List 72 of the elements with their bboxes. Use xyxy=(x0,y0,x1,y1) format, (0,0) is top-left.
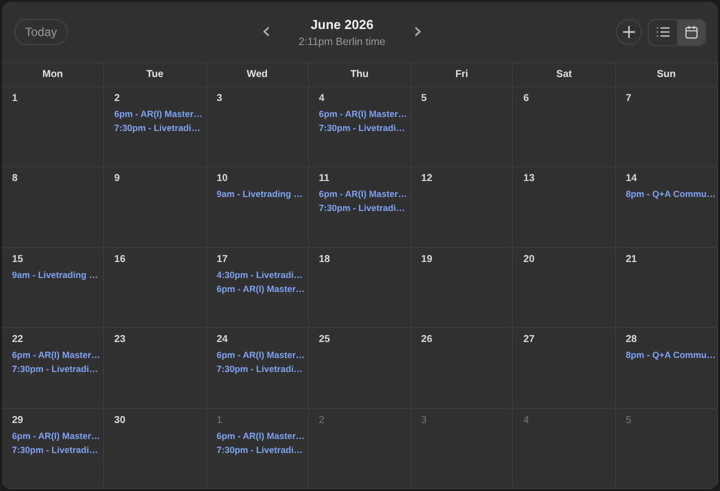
day-number: 21 xyxy=(626,254,637,265)
day-number: 18 xyxy=(318,254,330,265)
day-number: 13 xyxy=(523,173,535,184)
event-link[interactable]: 6pm - AR(I) Master… xyxy=(12,350,100,362)
day-number: 4 xyxy=(523,414,529,426)
day-number: 26 xyxy=(421,334,432,346)
event-link[interactable]: 6pm - AR(I) Master… xyxy=(114,109,202,120)
day-number: 8 xyxy=(12,173,18,184)
weekday-header: Sat xyxy=(556,69,572,80)
day-number: 27 xyxy=(523,334,535,346)
next-month-button[interactable]: › xyxy=(409,22,426,42)
day-number: 10 xyxy=(216,173,228,184)
day-number: 16 xyxy=(114,254,126,265)
day-number: 5 xyxy=(626,414,632,426)
event-link[interactable]: 7:30pm - Livetradi… xyxy=(318,203,405,214)
day-number: 6 xyxy=(523,93,529,104)
day-number: 17 xyxy=(216,254,228,265)
weekday-header: Thu xyxy=(350,69,369,80)
day-number: 19 xyxy=(421,254,432,265)
day-number: 28 xyxy=(626,334,637,346)
event-link[interactable]: 9am - Livetrading … xyxy=(216,189,303,200)
calendar-view-button[interactable] xyxy=(677,20,705,44)
event-link[interactable]: 6pm - AR(I) Master… xyxy=(216,350,305,362)
day-number: 4 xyxy=(318,93,324,104)
previous-month-button[interactable]: ‹ xyxy=(258,22,275,42)
event-link[interactable]: 8pm - Q+A Commu… xyxy=(626,189,716,200)
day-number: 9 xyxy=(114,173,120,184)
plus-icon xyxy=(623,26,635,38)
event-link[interactable]: 6pm - AR(I) Master… xyxy=(216,284,305,295)
event-link[interactable]: 4:30pm - Livetradi… xyxy=(216,270,303,281)
day-number: 1 xyxy=(12,93,18,104)
list-icon xyxy=(656,26,670,38)
day-number: 3 xyxy=(216,93,222,104)
event-link[interactable]: 7:30pm - Livetradi… xyxy=(318,123,405,134)
weekday-header: Mon xyxy=(42,69,63,80)
day-number: 5 xyxy=(421,93,427,104)
event-link[interactable]: 6pm - AR(I) Master… xyxy=(318,109,408,120)
event-link[interactable]: 7:30pm - Livetradi… xyxy=(12,444,98,456)
event-link[interactable]: 6pm - AR(I) Master… xyxy=(12,430,100,442)
day-number: 29 xyxy=(12,414,24,426)
day-number: 20 xyxy=(523,254,535,265)
calendar-icon xyxy=(684,25,698,39)
day-number: 1 xyxy=(216,414,222,426)
day-number: 15 xyxy=(12,254,24,265)
day-number: 7 xyxy=(626,93,632,104)
day-number: 12 xyxy=(421,173,432,184)
day-number: 3 xyxy=(421,414,427,426)
local-time: 2:11pm Berlin time xyxy=(298,36,386,48)
add-event-button[interactable] xyxy=(616,19,642,45)
day-number: 22 xyxy=(12,334,24,346)
event-link[interactable]: 6pm - AR(I) Master… xyxy=(216,430,305,442)
month-title: June 2026 xyxy=(310,16,374,32)
day-number: 23 xyxy=(114,334,126,346)
weekday-header: Sun xyxy=(656,69,676,80)
day-number: 11 xyxy=(318,173,330,184)
event-link[interactable]: 9am - Livetrading … xyxy=(12,270,98,281)
day-number: 14 xyxy=(626,173,637,184)
event-link[interactable]: 7:30pm - Livetradi… xyxy=(12,364,98,376)
event-link[interactable]: 7:30pm - Livetradi… xyxy=(216,444,303,456)
weekday-header: Wed xyxy=(246,69,268,80)
day-number: 25 xyxy=(318,334,330,346)
weekday-header: Fri xyxy=(455,69,468,80)
today-button[interactable]: Today xyxy=(14,19,68,45)
day-number: 2 xyxy=(318,414,324,426)
event-link[interactable]: 8pm - Q+A Commu… xyxy=(626,350,716,362)
day-number: 24 xyxy=(216,334,228,346)
event-link[interactable]: 7:30pm - Livetradi… xyxy=(114,123,200,134)
event-link[interactable]: 6pm - AR(I) Master… xyxy=(318,189,408,200)
day-number: 2 xyxy=(114,93,120,104)
day-number: 30 xyxy=(114,414,126,426)
weekday-header: Tue xyxy=(146,69,164,80)
event-link[interactable]: 7:30pm - Livetradi… xyxy=(216,364,303,376)
